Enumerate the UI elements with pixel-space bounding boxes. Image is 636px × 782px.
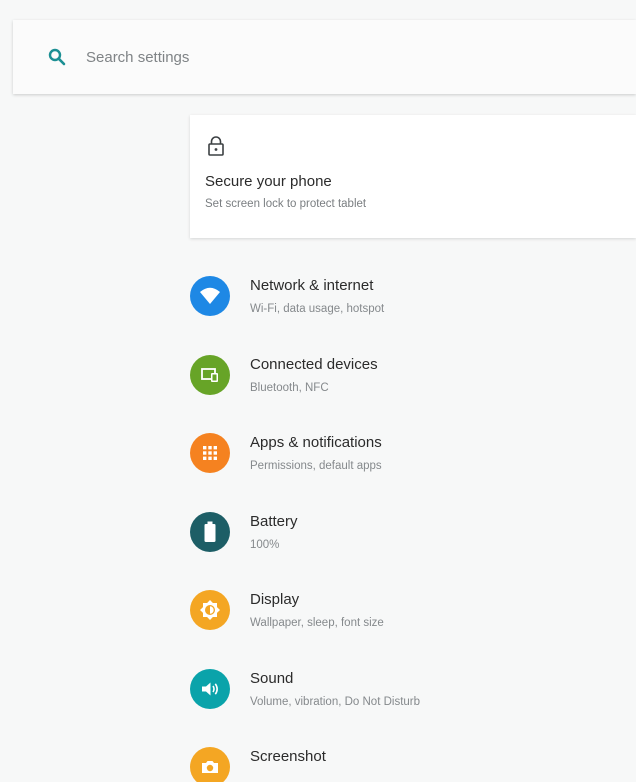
settings-item-title: Apps & notifications [250,434,382,451]
search-icon[interactable] [46,46,68,68]
settings-item-connected-devices[interactable]: Connected devices Bluetooth, NFC [190,343,636,422]
settings-item-title: Screenshot [250,748,326,765]
settings-item-title: Sound [250,669,294,687]
secure-phone-suggestion-card[interactable]: Secure your phone Set screen lock to pro… [190,115,636,238]
lock-icon [206,135,226,157]
settings-item-title: Battery [250,512,298,530]
settings-item-network[interactable]: Network & internet Wi-Fi, data usage, ho… [190,264,636,343]
settings-item-subtitle: Permissions, default apps [250,460,382,472]
search-bar[interactable] [13,20,636,94]
settings-item-screenshot[interactable]: Screenshot [190,735,636,782]
settings-item-apps[interactable]: Apps & notifications Permissions, defaul… [190,421,636,500]
settings-item-display[interactable]: Display Wallpaper, sleep, font size [190,578,636,657]
apps-grid-icon [190,433,230,473]
brightness-icon [190,590,230,630]
settings-item-sound[interactable]: Sound Volume, vibration, Do Not Disturb [190,657,636,736]
settings-item-title: Display [250,591,300,608]
card-title: Secure your phone [205,173,332,190]
search-input[interactable] [86,48,506,66]
settings-item-subtitle: Volume, vibration, Do Not Disturb [250,695,421,708]
camera-icon [190,747,230,782]
settings-item-title: Connected devices [250,355,378,373]
devices-icon [190,354,230,395]
wifi-icon [190,276,230,316]
settings-item-battery[interactable]: Battery 100% [190,500,636,579]
settings-item-subtitle: 100% [250,538,280,551]
volume-icon [190,668,230,709]
settings-item-subtitle: Bluetooth, NFC [250,381,329,394]
settings-item-title: Network & internet [250,277,374,294]
settings-list: Network & internet Wi-Fi, data usage, ho… [190,264,636,782]
settings-item-subtitle: Wallpaper, sleep, font size [250,617,384,629]
battery-icon [190,511,230,552]
settings-page: Secure your phone Set screen lock to pro… [0,0,636,782]
settings-item-subtitle: Wi-Fi, data usage, hotspot [250,303,385,315]
card-subtitle: Set screen lock to protect tablet [205,198,367,210]
